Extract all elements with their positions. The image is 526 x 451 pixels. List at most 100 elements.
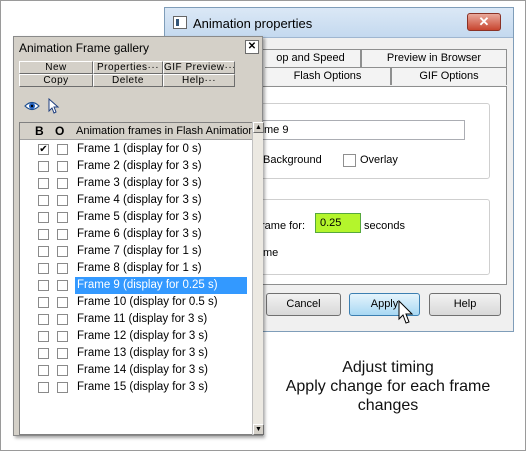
scroll-down-icon[interactable]: ▼	[253, 424, 264, 435]
background-checkbox[interactable]	[38, 246, 49, 257]
display-frame-label: rame for:	[261, 220, 306, 232]
seconds-label: seconds	[364, 220, 405, 232]
overlay-checkbox[interactable]	[57, 280, 68, 291]
overlay-checkbox[interactable]	[57, 161, 68, 172]
selector-arrow-icon[interactable]	[48, 98, 60, 114]
gallery-title[interactable]: Animation Frame gallery	[15, 39, 261, 57]
partial-label: me	[263, 247, 279, 259]
tab-loop-and-speed[interactable]: op and Speed	[261, 49, 361, 67]
frame-list-item[interactable]: Frame 15 (display for 3 s)	[20, 379, 253, 396]
overlay-checkbox[interactable]	[57, 365, 68, 376]
frame-label: Frame 7 (display for 1 s)	[77, 245, 202, 257]
frame-label: Frame 12 (display for 3 s)	[77, 330, 209, 342]
frame-list: B O Animation frames in Flash Animation …	[19, 122, 255, 435]
background-checkbox[interactable]	[38, 348, 49, 359]
overlay-checkbox[interactable]	[343, 153, 356, 167]
frame-list-item[interactable]: Frame 8 (display for 1 s)	[20, 260, 253, 277]
gallery-help-button[interactable]: Help···	[163, 74, 235, 87]
new-button[interactable]: New	[19, 61, 93, 74]
frame-list-item[interactable]: Frame 12 (display for 3 s)	[20, 328, 253, 345]
frame-duration-input[interactable]: 0.25	[315, 213, 361, 233]
frame-list-item[interactable]: Frame 3 (display for 3 s)	[20, 175, 253, 192]
frame-label: Frame 1 (display for 0 s)	[77, 143, 202, 155]
properties-button[interactable]: Properties···	[93, 61, 163, 74]
frame-label: Frame 13 (display for 3 s)	[77, 347, 209, 359]
overlay-option[interactable]: Overlay	[343, 153, 398, 167]
background-checkbox[interactable]	[38, 178, 49, 189]
frame-list-item[interactable]: Frame 4 (display for 3 s)	[20, 192, 253, 209]
frame-list-item[interactable]: Frame 14 (display for 3 s)	[20, 362, 253, 379]
frame-label: Frame 10 (display for 0.5 s)	[77, 296, 218, 308]
background-option[interactable]: Background	[263, 153, 322, 167]
tab-content-panel	[258, 86, 507, 285]
frame-label: Frame 3 (display for 3 s)	[77, 177, 202, 189]
overlay-checkbox[interactable]	[57, 331, 68, 342]
background-checkbox[interactable]	[38, 212, 49, 223]
frame-label: Frame 4 (display for 3 s)	[77, 194, 202, 206]
frame-label: Frame 6 (display for 3 s)	[77, 228, 202, 240]
frame-list-item[interactable]: ✔ Frame 1 (display for 0 s)	[20, 141, 253, 158]
frame-list-item[interactable]: Frame 6 (display for 3 s)	[20, 226, 253, 243]
overlay-checkbox[interactable]	[57, 229, 68, 240]
background-checkbox[interactable]	[38, 365, 49, 376]
tab-preview-in-browser[interactable]: Preview in Browser	[361, 49, 507, 67]
background-checkbox[interactable]	[38, 297, 49, 308]
frame-list-item[interactable]: Frame 10 (display for 0.5 s)	[20, 294, 253, 311]
scroll-up-icon[interactable]: ▲	[253, 122, 264, 133]
frame-label: Frame 2 (display for 3 s)	[77, 160, 202, 172]
background-checkbox[interactable]	[38, 382, 49, 393]
dialog-close-button[interactable]: ✕	[467, 13, 501, 31]
background-checkbox[interactable]	[38, 161, 49, 172]
overlay-checkbox[interactable]	[57, 246, 68, 257]
display-timing-group	[258, 199, 490, 275]
background-checkbox[interactable]	[38, 331, 49, 342]
dialog-title-bar[interactable]: Animation properties ✕	[165, 8, 513, 38]
frame-label: Frame 11 (display for 3 s)	[77, 313, 208, 325]
overlay-checkbox[interactable]	[57, 178, 68, 189]
caption-line-2: Apply change for each frame	[285, 378, 491, 395]
instruction-caption: Adjust timing Apply change for each fram…	[270, 358, 506, 415]
overlay-checkbox[interactable]	[57, 297, 68, 308]
frame-list-item[interactable]: Frame 11 (display for 3 s)	[20, 311, 253, 328]
background-checkbox[interactable]	[38, 314, 49, 325]
background-checkbox[interactable]	[38, 195, 49, 206]
overlay-checkbox[interactable]	[57, 144, 68, 155]
frame-list-item[interactable]: Frame 2 (display for 3 s)	[20, 158, 253, 175]
gif-preview-button[interactable]: GIF Preview···	[163, 61, 235, 74]
frame-label: Frame 8 (display for 1 s)	[77, 262, 202, 274]
overlay-checkbox[interactable]	[57, 348, 68, 359]
help-button[interactable]: Help	[429, 293, 501, 316]
background-checkbox[interactable]	[38, 263, 49, 274]
background-label: Background	[263, 154, 322, 166]
dialog-window-icon	[173, 16, 187, 29]
frames-column-header: Animation frames in Flash Animation	[76, 125, 255, 137]
background-checkbox[interactable]: ✔	[38, 144, 49, 155]
background-column-header: B	[35, 124, 44, 138]
tab-gif-options[interactable]: GIF Options	[391, 67, 507, 85]
delete-button[interactable]: Delete	[93, 74, 163, 87]
overlay-column-header: O	[55, 124, 65, 138]
copy-button[interactable]: Copy	[19, 74, 93, 87]
frame-list-scrollbar[interactable]: ▲ ▼	[252, 122, 264, 435]
overlay-checkbox[interactable]	[57, 382, 68, 393]
overlay-checkbox[interactable]	[57, 212, 68, 223]
animation-frame-gallery: Animation Frame gallery ✕ New Properties…	[13, 36, 264, 436]
dialog-title: Animation properties	[193, 16, 313, 31]
frame-label: Frame 15 (display for 3 s)	[77, 381, 209, 393]
frame-list-item[interactable]: Frame 13 (display for 3 s)	[20, 345, 253, 362]
eye-icon[interactable]	[24, 100, 40, 112]
cancel-button[interactable]: Cancel	[266, 293, 341, 316]
frame-list-item[interactable]: Frame 9 (display for 0.25 s)	[20, 277, 253, 294]
frame-label: Frame 9 (display for 0.25 s)	[75, 277, 247, 294]
overlay-checkbox[interactable]	[57, 314, 68, 325]
frame-list-item[interactable]: Frame 7 (display for 1 s)	[20, 243, 253, 260]
tab-flash-options[interactable]: Flash Options	[265, 67, 391, 85]
frame-list-item[interactable]: Frame 5 (display for 3 s)	[20, 209, 253, 226]
gallery-close-button[interactable]: ✕	[245, 40, 259, 54]
mouse-cursor-icon	[398, 300, 414, 324]
background-checkbox[interactable]	[38, 280, 49, 291]
background-checkbox[interactable]	[38, 229, 49, 240]
frame-name-field[interactable]: me 9	[261, 120, 465, 140]
overlay-checkbox[interactable]	[57, 263, 68, 274]
overlay-checkbox[interactable]	[57, 195, 68, 206]
